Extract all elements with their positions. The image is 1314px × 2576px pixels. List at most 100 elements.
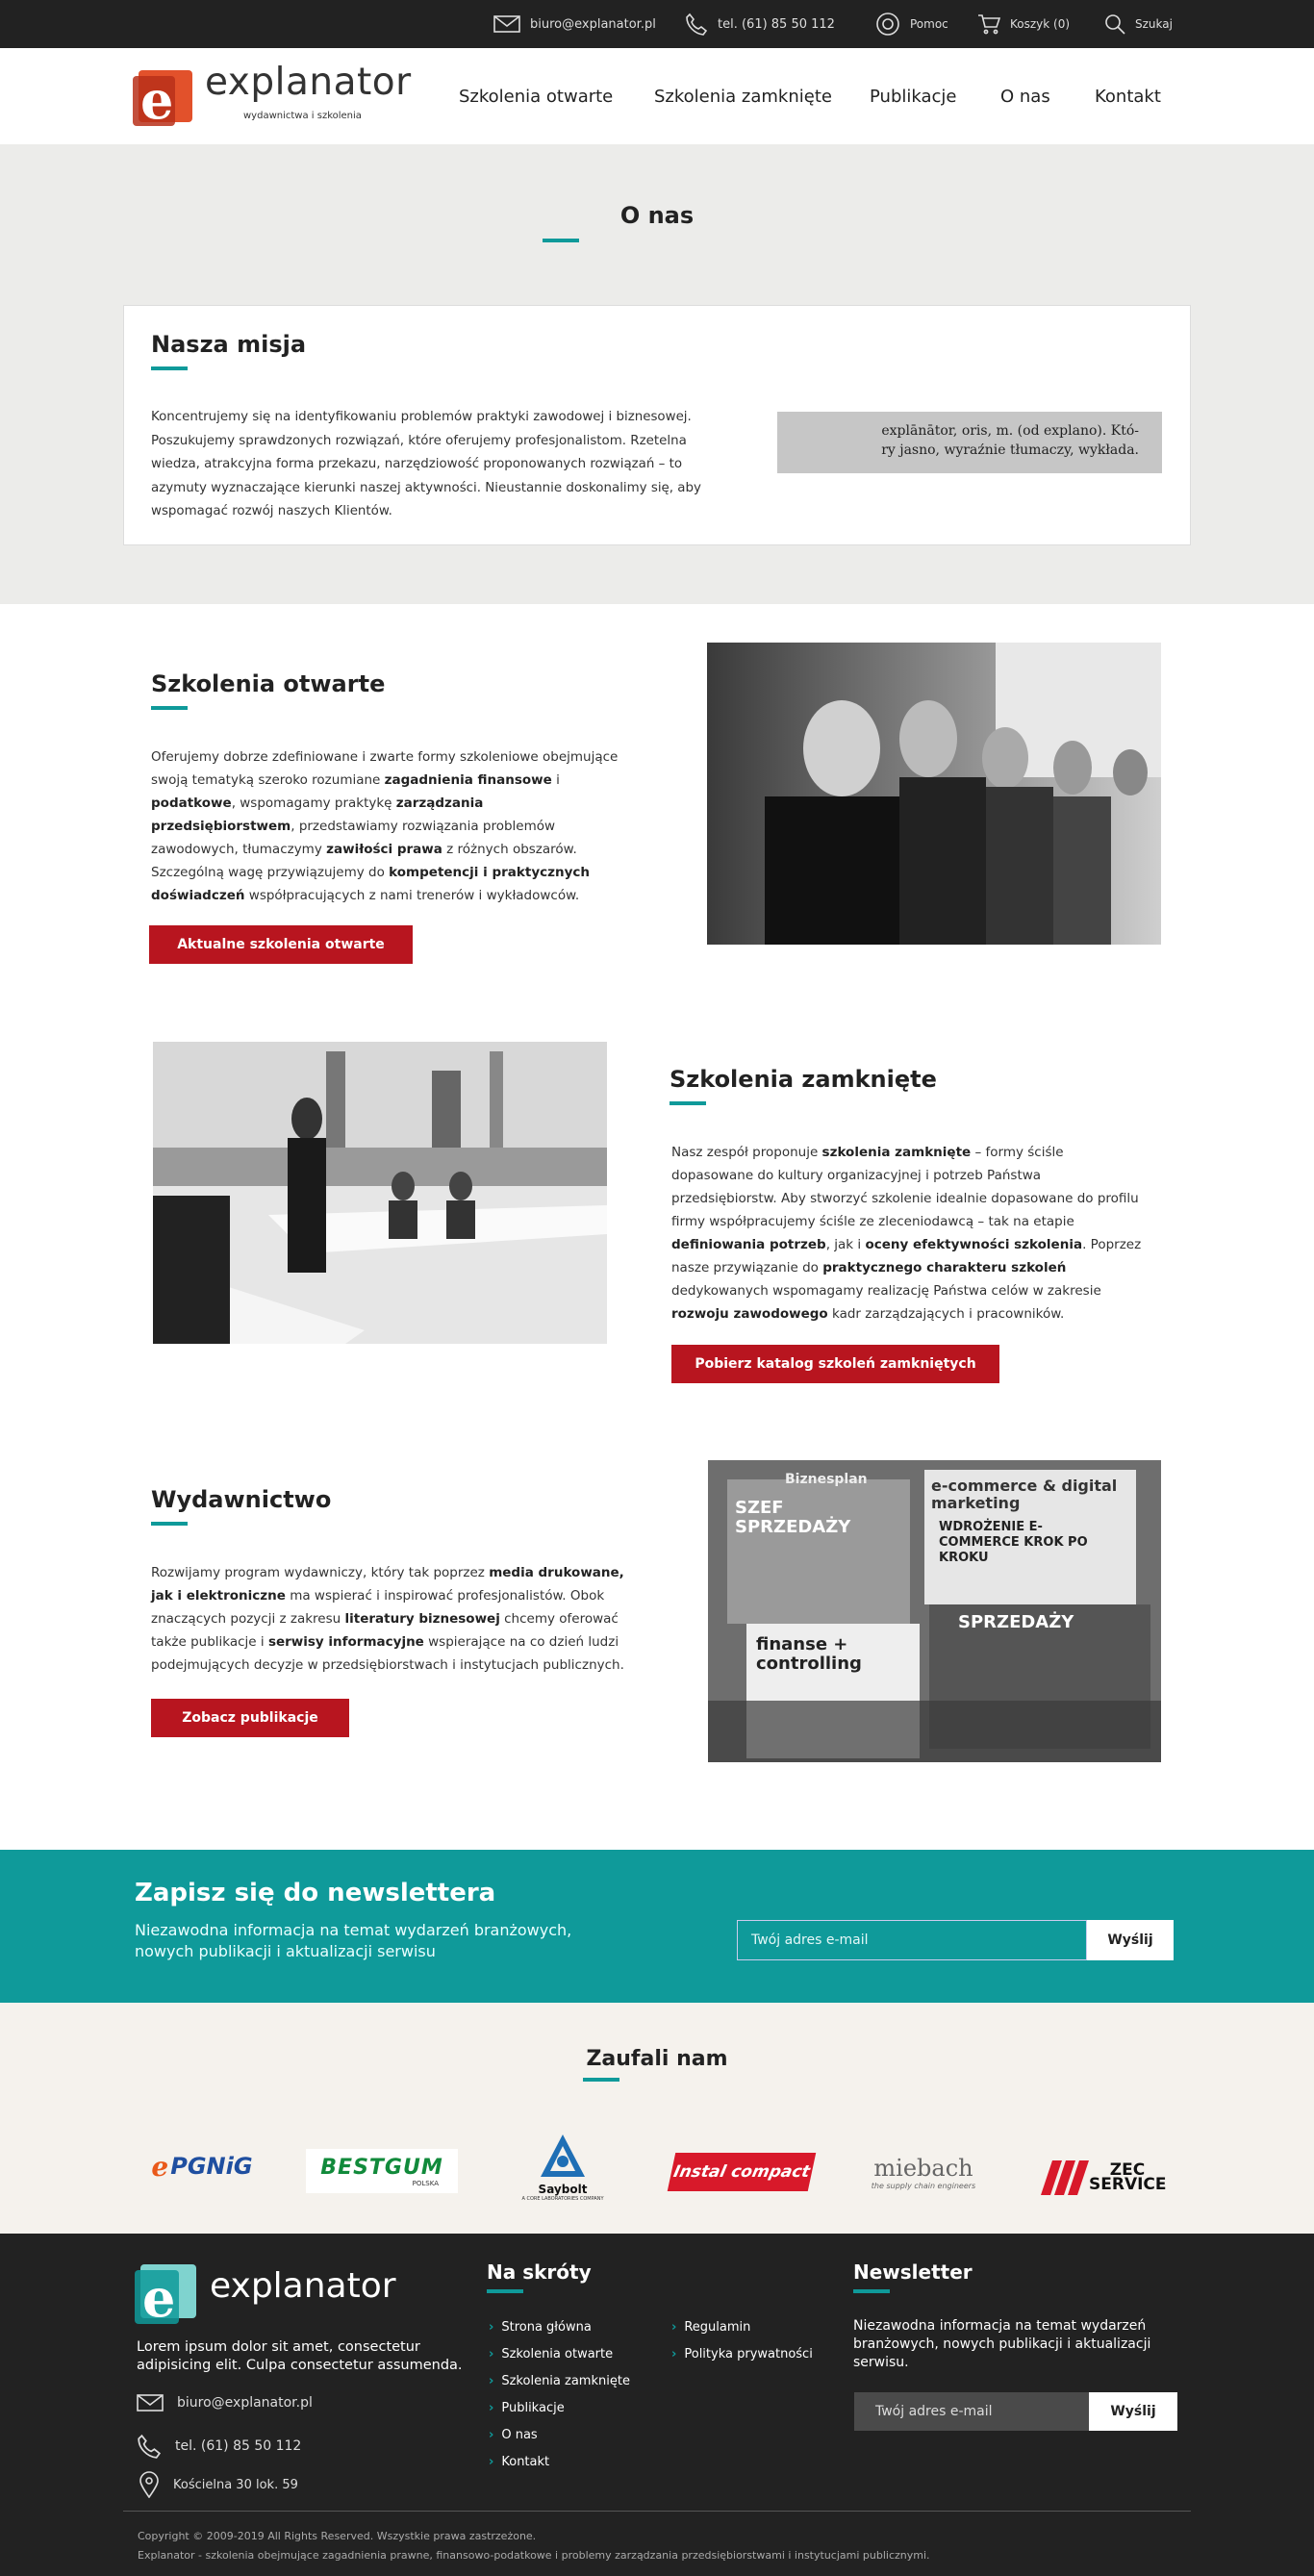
brand-label: PGNiG <box>170 2153 253 2180</box>
text-run: także publikacje i <box>151 1634 268 1650</box>
top-bar: biuro@explanator.pl tel. (61) 85 50 112 … <box>0 0 1314 48</box>
footer-link-terms[interactable]: Regulamin <box>671 2320 750 2335</box>
footer-link-open-trainings[interactable]: Szkolenia otwarte <box>489 2347 613 2361</box>
text-run: , wspomagamy praktykę <box>231 796 396 811</box>
footer-phone[interactable]: tel. (61) 85 50 112 <box>137 2434 301 2459</box>
text-bold: kompetencji i praktycznych <box>389 865 590 880</box>
text-line: Rozwijamy program wydawniczy, który tak … <box>151 1561 670 1584</box>
footer-logo[interactable]: e explanator <box>135 2262 396 2326</box>
trusted-section <box>0 2003 1314 2234</box>
saybolt-logo-icon <box>541 2134 585 2177</box>
brand-saybolt: Saybolt A CORE LABORATORIES COMPANY <box>521 2126 604 2209</box>
footer-link-home[interactable]: Strona główna <box>489 2320 591 2335</box>
topbar-phone[interactable]: tel. (61) 85 50 112 <box>685 0 835 48</box>
text-bold: serwisy informacyjne <box>267 1634 424 1650</box>
text-run: Szczególną wagę przywiązujemy do <box>151 865 390 880</box>
text-line: podejmujących decyzje w przedsiębiorstwa… <box>151 1657 624 1673</box>
logo-wordmark: explanator <box>205 61 412 104</box>
footer-link-closed-trainings[interactable]: Szkolenia zamknięte <box>489 2374 630 2388</box>
phone-icon <box>138 2434 162 2459</box>
newsletter-email-input[interactable]: Twój adres e-mail <box>737 1920 1087 1960</box>
magazine-title: WDROŻENIE E-COMMERCE KROK PO KROKU <box>939 1520 1088 1565</box>
brand-bestgum: BESTGUM POLSKA <box>306 2149 458 2193</box>
topbar-email[interactable]: biuro@explanator.pl <box>493 0 656 48</box>
mission-line: Koncentrujemy się na identyfikowaniu pro… <box>151 410 692 424</box>
text-line: doświadczeń współpracujących z nami tren… <box>151 884 651 907</box>
text-run: nasze przywiązanie do <box>671 1260 823 1275</box>
magazine-title: e-commerce & digital marketing <box>931 1477 1118 1512</box>
footer-logo-icon: e <box>135 2264 196 2326</box>
footer-email[interactable]: biuro@explanator.pl <box>137 2394 313 2412</box>
text-bold: zawiłości prawa <box>326 842 442 857</box>
help-link[interactable]: Pomoc <box>875 0 948 48</box>
brand-label: ZEC SERVICE <box>1089 2160 1167 2194</box>
dictionary-line: explānātor, oris, m. (od explano). Któ- <box>881 423 1139 439</box>
text-line: zawodowych, tłumaczymy zawiłości prawa z… <box>151 838 651 861</box>
text-run: i <box>551 772 560 788</box>
dictionary-image: explānātor, oris, m. (od explano). Któ- … <box>777 412 1162 473</box>
text-bold: podatkowe <box>151 796 232 811</box>
brand-pgnig: ℯ PGNiG <box>138 2147 266 2185</box>
closed-trainings-button[interactable]: Pobierz katalog szkoleń zamkniętych <box>671 1345 999 1383</box>
text-bold: oceny efektywności szkolenia <box>865 1237 1083 1252</box>
magazine-title: Biznesplan <box>785 1472 868 1487</box>
magazine-title: SPRZEDAŻY <box>958 1612 1074 1632</box>
trusted-title: Zaufali nam <box>586 2047 728 2071</box>
brand-sublabel: POLSKA <box>412 2179 439 2187</box>
footer-address-text: Kościelna 30 lok. 59 <box>173 2477 298 2492</box>
text-run: , jak i <box>825 1237 866 1252</box>
open-trainings-button[interactable]: Aktualne szkolenia otwarte <box>149 925 413 964</box>
footer-link-publications[interactable]: Publikacje <box>489 2401 564 2415</box>
nav-kontakt[interactable]: Kontakt <box>1095 87 1161 107</box>
text-line: przedsiębiorstw. Aby stworzyć szkolenie … <box>671 1191 1139 1206</box>
closed-trainings-photo <box>153 1042 607 1344</box>
brand-label: Instal compact <box>671 2162 812 2182</box>
text-run: wspierające na co dzień ludzi <box>423 1634 619 1650</box>
search-link[interactable]: Szukaj <box>1104 0 1173 48</box>
brand-sublabel: the supply chain engineers <box>871 2181 976 2190</box>
text-bold: rozwoju zawodowego <box>671 1306 828 1322</box>
text-bold: przedsiębiorstwem <box>151 819 291 834</box>
text-bold: zagadnienia finansowe <box>384 772 552 788</box>
text-run: chcemy oferować <box>499 1611 619 1627</box>
nav-publikacje[interactable]: Publikacje <box>870 87 956 107</box>
footer-newsletter-email-input[interactable]: Twój adres e-mail <box>854 2392 1089 2431</box>
nav-szkolenia-zamkniete[interactable]: Szkolenia zamknięte <box>654 87 832 107</box>
nav-o-nas[interactable]: O nas <box>1000 87 1050 107</box>
topbar-email-text: biuro@explanator.pl <box>530 16 656 32</box>
publishing-text: Rozwijamy program wydawniczy, który tak … <box>151 1561 670 1677</box>
logo[interactable]: e explanator wydawnictwa i szkolenia <box>133 61 411 130</box>
topbar-phone-text: tel. (61) 85 50 112 <box>718 16 835 32</box>
publications-button[interactable]: Zobacz publikacje <box>151 1699 349 1737</box>
text-run: , przedstawiamy rozwiązania problemów <box>291 819 556 834</box>
footer-link-about[interactable]: O nas <box>489 2428 537 2442</box>
text-run: współpracujących z nami trenerów i wykła… <box>244 888 580 903</box>
dictionary-line: ry jasno, wyraźnie tłumaczy, wykłada. <box>881 442 1139 458</box>
footer-copyright: Copyright © 2009-2019 All Rights Reserve… <box>138 2530 537 2542</box>
brand-instal-compact: Instal compact <box>667 2153 817 2191</box>
search-label: Szukaj <box>1135 17 1173 31</box>
text-run: Nasz zespół proponuje <box>671 1145 822 1160</box>
text-line: jak i elektroniczne ma wspierać i inspir… <box>151 1584 670 1607</box>
lifebuoy-icon <box>876 13 899 36</box>
newsletter-submit-button[interactable]: Wyślij <box>1087 1920 1174 1960</box>
text-run: zawodowych, tłumaczymy <box>151 842 327 857</box>
open-accent <box>151 706 188 710</box>
footer-newsletter-text: Niezawodna informacja na temat wydarzeń … <box>853 2318 1151 2370</box>
cart-icon <box>978 14 1000 35</box>
footer-newsletter-submit-button[interactable]: Wyślij <box>1089 2392 1177 2431</box>
footer-link-contact[interactable]: Kontakt <box>489 2455 549 2469</box>
text-run: . Poprzez <box>1082 1237 1142 1252</box>
text-line: Nasz zespół proponuje szkolenia zamknięt… <box>671 1141 1172 1164</box>
open-trainings-photo <box>707 643 1161 945</box>
text-run: Rozwijamy program wydawniczy, który tak … <box>151 1565 490 1580</box>
closed-accent <box>670 1101 706 1105</box>
cart-link[interactable]: Koszyk (0) <box>977 0 1070 48</box>
footer-phone-text: tel. (61) 85 50 112 <box>175 2438 302 2454</box>
publishing-title: Wydawnictwo <box>151 1486 332 1513</box>
nav-szkolenia-otwarte[interactable]: Szkolenia otwarte <box>459 87 613 107</box>
footer-link-privacy[interactable]: Polityka prywatności <box>671 2347 812 2361</box>
zec-stripes-icon <box>1041 2160 1089 2195</box>
cart-label: Koszyk (0) <box>1010 17 1071 31</box>
page: biuro@explanator.pl tel. (61) 85 50 112 … <box>0 0 1314 2576</box>
